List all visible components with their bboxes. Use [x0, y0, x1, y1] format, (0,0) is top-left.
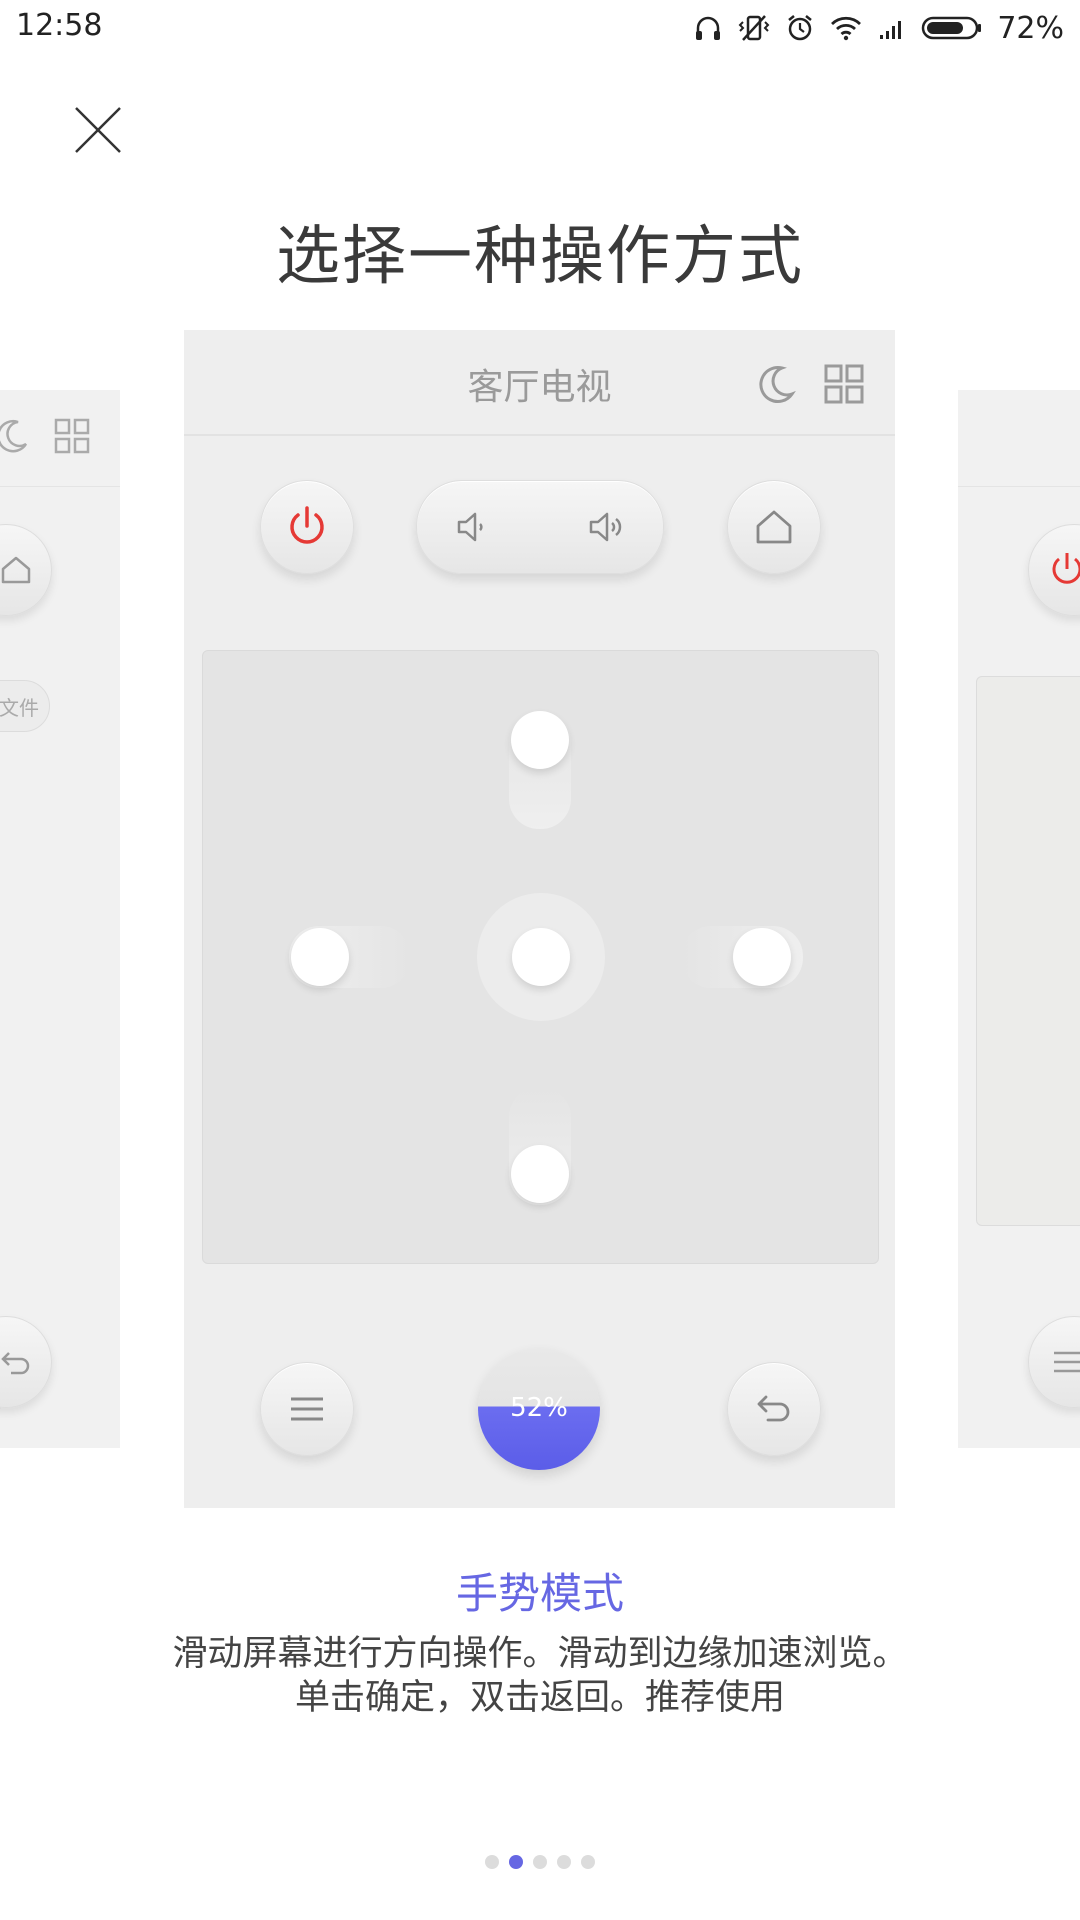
page-dot[interactable]	[533, 1855, 547, 1869]
page-indicator	[0, 1855, 1080, 1869]
battery-percent: 72%	[997, 10, 1064, 46]
menu-button[interactable]	[260, 1362, 354, 1456]
back-icon	[1, 1352, 30, 1375]
swipe-left-indicator	[291, 928, 349, 986]
power-button[interactable]	[260, 480, 354, 574]
moon-icon[interactable]	[754, 362, 798, 406]
power-button	[1028, 524, 1080, 616]
power-icon	[290, 506, 324, 544]
grid-icon[interactable]	[824, 364, 864, 404]
menu-icon	[291, 1397, 323, 1421]
back-button	[0, 1316, 52, 1408]
progress-percent: 52%	[510, 1393, 568, 1423]
home-button[interactable]	[727, 480, 821, 574]
swipe-down-indicator	[511, 1145, 569, 1203]
battery-icon	[922, 16, 982, 40]
volume-up-button[interactable]	[557, 481, 657, 573]
card-header: 客厅电视	[184, 330, 895, 436]
chip-label: 文件	[0, 695, 39, 720]
home-button	[0, 524, 52, 616]
menu-icon	[1054, 1351, 1080, 1373]
page-title: 选择一种操作方式	[276, 220, 804, 294]
vibrate-mute-icon	[738, 15, 770, 41]
swipe-right-indicator	[733, 928, 791, 986]
tap-indicator	[512, 928, 570, 986]
home-icon	[756, 510, 792, 544]
status-icons: 72%	[693, 8, 1064, 48]
volume-up-icon	[589, 512, 622, 542]
side-chip: 文件	[0, 680, 50, 732]
volume-down-button[interactable]	[423, 481, 523, 573]
close-icon	[75, 107, 121, 153]
page-dot[interactable]	[581, 1855, 595, 1869]
close-button[interactable]	[68, 100, 128, 160]
remote-preview-card[interactable]: 客厅电视 52%	[184, 330, 895, 1508]
mode-description-line-1: 滑动屏幕进行方向操作。滑动到边缘加速浏览。	[172, 1634, 908, 1674]
moon-icon	[0, 420, 28, 453]
mode-description: 滑动屏幕进行方向操作。滑动到边缘加速浏览。 单击确定，双击返回。推荐使用	[0, 1632, 1080, 1720]
wifi-icon	[831, 16, 862, 41]
menu-button	[1028, 1316, 1080, 1408]
status-bar: 12:58 72%	[0, 0, 1080, 56]
back-button[interactable]	[727, 1362, 821, 1456]
page-dot[interactable]	[509, 1855, 523, 1869]
mode-title: 手势模式	[455, 1569, 624, 1618]
side-pad	[976, 676, 1080, 1226]
mode-card-previous[interactable]: 文件	[0, 390, 120, 1448]
page-dot[interactable]	[557, 1855, 571, 1869]
card-header	[958, 390, 1080, 487]
volume-down-icon	[457, 512, 483, 542]
status-time: 12:58	[16, 8, 103, 43]
page-dot[interactable]	[485, 1855, 499, 1869]
home-icon	[1, 556, 31, 584]
mode-description-line-2: 单击确定，双击返回。推荐使用	[294, 1678, 785, 1718]
mode-card-next[interactable]	[958, 390, 1080, 1448]
swipe-up-indicator	[511, 711, 569, 769]
signal-icon	[880, 21, 902, 39]
volume-control	[416, 480, 664, 574]
battery-progress-ball[interactable]: 52%	[478, 1348, 600, 1470]
back-icon	[757, 1395, 790, 1422]
alarm-icon	[788, 15, 813, 41]
gesture-pad[interactable]	[202, 650, 879, 1264]
headphones-icon	[696, 16, 721, 40]
grid-icon	[54, 418, 90, 454]
power-icon	[1052, 553, 1080, 584]
